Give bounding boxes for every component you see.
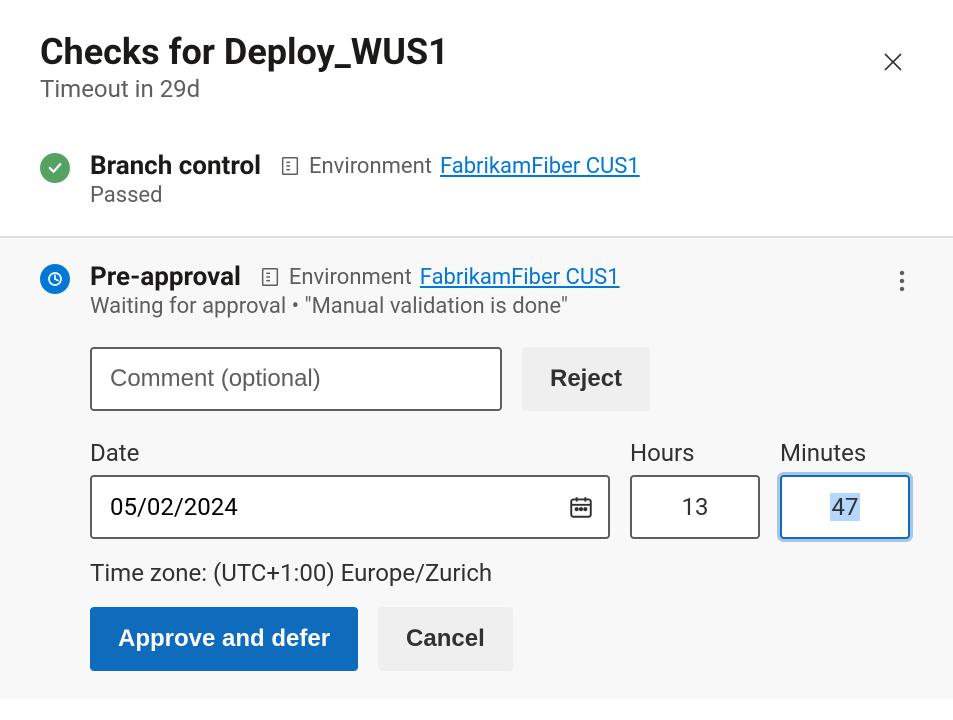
- check-header: Pre-approval Environment FabrikamFiber C…: [90, 262, 891, 292]
- minutes-value: 47: [830, 493, 861, 521]
- status-icon-wrap: [40, 262, 70, 671]
- date-label: Date: [90, 439, 610, 467]
- header-text: Checks for Deploy_WUS1 Timeout in 29d: [40, 32, 449, 103]
- kebab-icon: [899, 270, 905, 292]
- comment-input[interactable]: [90, 347, 502, 411]
- dialog-title: Checks for Deploy_WUS1: [40, 32, 449, 73]
- check-body: Branch control Environment FabrikamFiber…: [90, 151, 913, 208]
- check-body: Pre-approval Environment FabrikamFiber C…: [90, 262, 913, 671]
- status-waiting-icon: [40, 264, 70, 294]
- hours-value: 13: [682, 493, 709, 521]
- checkmark-icon: [46, 159, 64, 177]
- hours-label: Hours: [630, 439, 760, 467]
- check-pre-approval: Pre-approval Environment FabrikamFiber C…: [0, 236, 953, 699]
- close-icon: [881, 50, 905, 74]
- clock-icon: [46, 270, 64, 288]
- more-options-button[interactable]: [891, 262, 913, 303]
- environment-icon: [279, 155, 301, 177]
- minutes-label: Minutes: [780, 439, 910, 467]
- environment-icon: [259, 266, 281, 288]
- date-input[interactable]: [90, 475, 610, 539]
- date-field: Date: [90, 439, 610, 539]
- minutes-field: Minutes 47: [780, 439, 910, 539]
- comment-row: Reject: [90, 347, 913, 411]
- environment-link[interactable]: FabrikamFiber CUS1: [440, 154, 640, 179]
- check-title: Branch control: [90, 151, 261, 181]
- dialog-subtitle: Timeout in 29d: [40, 75, 449, 103]
- schedule-row: Date: [90, 439, 913, 539]
- status-success-icon: [40, 153, 70, 183]
- environment-label: Environment: [289, 265, 412, 290]
- approval-controls: Reject Date: [90, 347, 913, 671]
- status-icon-wrap: [40, 151, 70, 208]
- environment-label: Environment: [309, 154, 432, 179]
- approve-and-defer-button[interactable]: Approve and defer: [90, 607, 358, 671]
- hours-input[interactable]: 13: [630, 475, 760, 539]
- check-status-text: Passed: [90, 183, 913, 208]
- reject-button[interactable]: Reject: [522, 347, 650, 411]
- environment-link[interactable]: FabrikamFiber CUS1: [420, 265, 620, 290]
- dialog-header: Checks for Deploy_WUS1 Timeout in 29d: [0, 0, 953, 127]
- minutes-input[interactable]: 47: [780, 475, 910, 539]
- timezone-text: Time zone: (UTC+1:00) Europe/Zurich: [90, 559, 913, 587]
- check-title: Pre-approval: [90, 262, 241, 292]
- check-status-text: Waiting for approval • "Manual validatio…: [90, 294, 891, 319]
- check-branch-control: Branch control Environment FabrikamFiber…: [0, 127, 953, 236]
- hours-field: Hours 13: [630, 439, 760, 539]
- check-header: Branch control Environment FabrikamFiber…: [90, 151, 913, 181]
- close-button[interactable]: [873, 42, 913, 85]
- cancel-button[interactable]: Cancel: [378, 607, 513, 671]
- action-row: Approve and defer Cancel: [90, 607, 913, 671]
